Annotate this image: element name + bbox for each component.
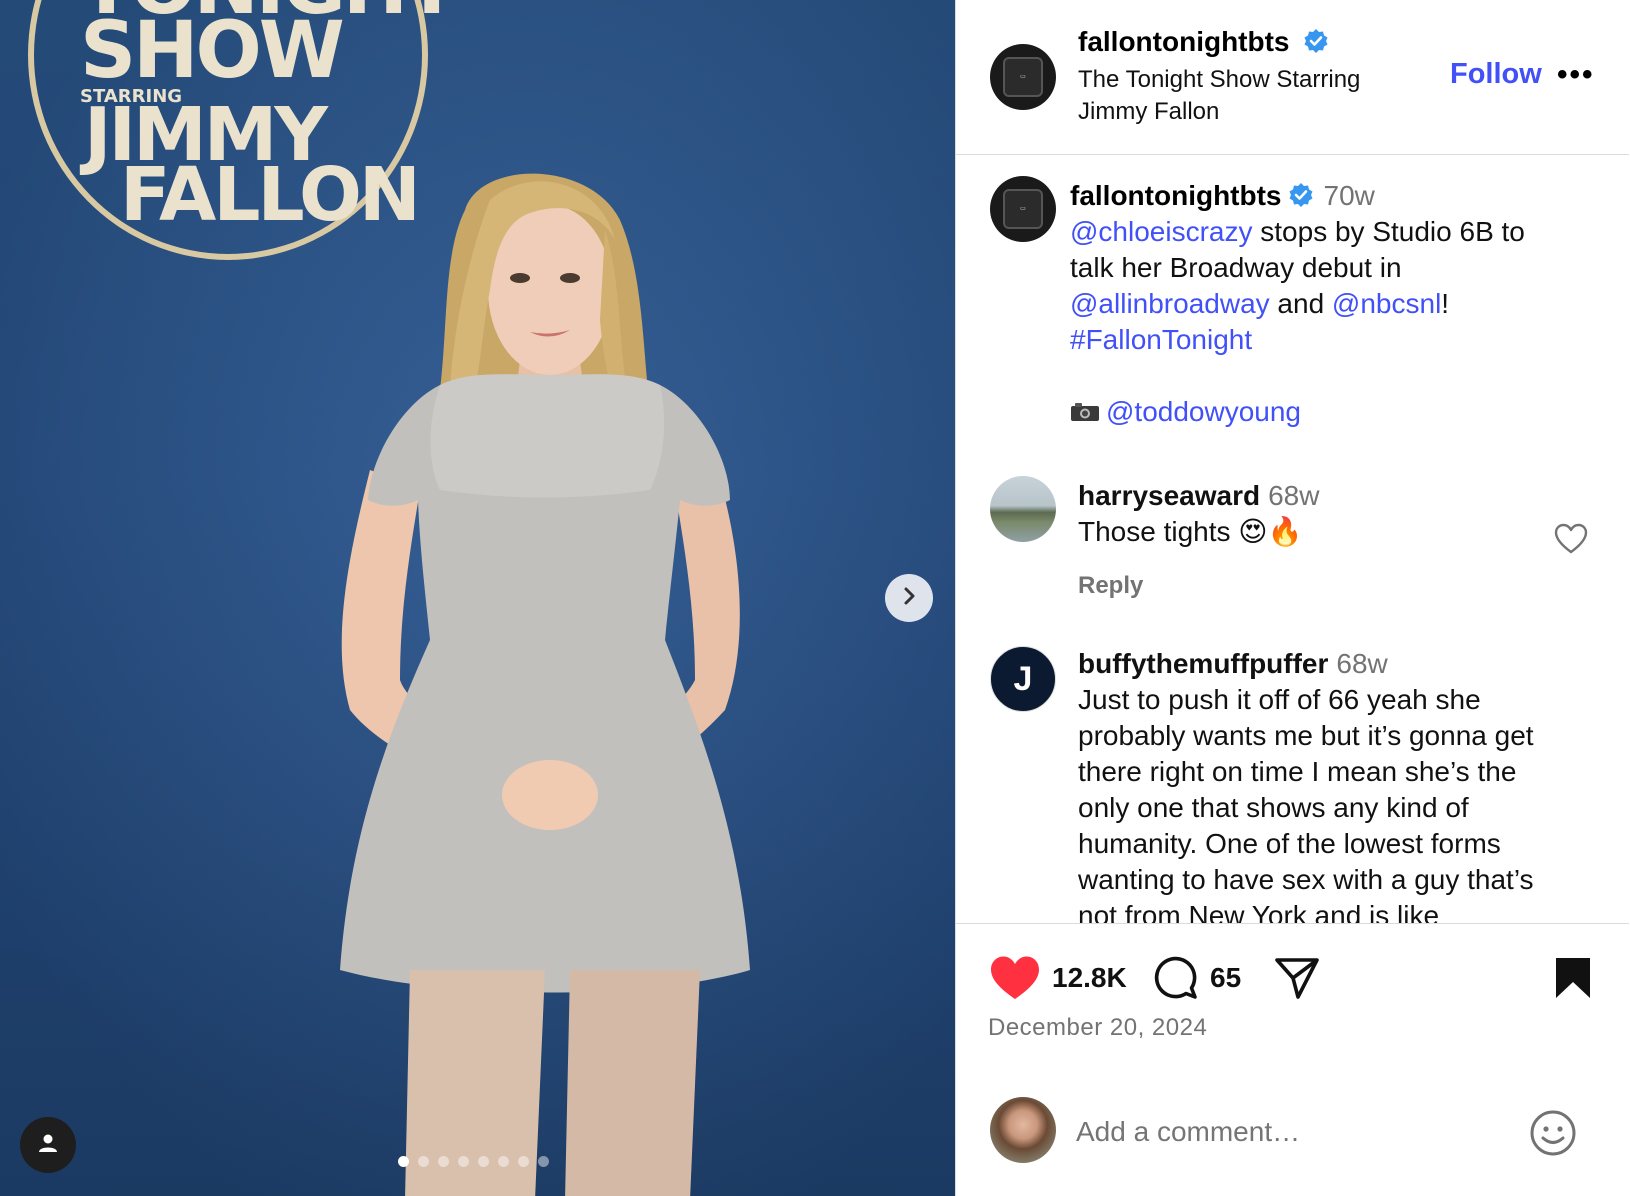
- reply-button[interactable]: Reply: [1078, 572, 1143, 600]
- comment-like-heart-icon[interactable]: [1554, 522, 1588, 556]
- mention-link[interactable]: @chloeiscrazy: [1070, 216, 1252, 247]
- follow-button[interactable]: Follow: [1450, 58, 1542, 91]
- commenter-username[interactable]: harryseaward: [1078, 480, 1260, 511]
- comment-header: harryseaward 68w: [1078, 480, 1319, 512]
- comment-header: buffythemuffpuffer 68w: [1078, 648, 1388, 680]
- carousel-dot: [438, 1156, 449, 1167]
- bookmark-saved-icon[interactable]: [1554, 956, 1592, 1000]
- comments-count[interactable]: 65: [1210, 962, 1241, 994]
- emoji-picker-icon[interactable]: [1529, 1109, 1577, 1157]
- post-photo[interactable]: TONIGHT SHOW STARRINGJIMMY FALLON: [0, 0, 955, 1196]
- author-username[interactable]: fallontonightbts: [1078, 26, 1329, 58]
- caption-text: @chloeiscrazy stops by Studio 6B to talk…: [1070, 214, 1560, 430]
- share-paper-plane-icon[interactable]: [1274, 956, 1320, 1000]
- carousel-dot: [418, 1156, 429, 1167]
- commenter-avatar[interactable]: [990, 476, 1056, 542]
- carousel-dot: [518, 1156, 529, 1167]
- caption-fragment: and: [1269, 288, 1332, 319]
- carousel-dot: [478, 1156, 489, 1167]
- author-avatar[interactable]: ▭: [990, 44, 1056, 110]
- likes-count[interactable]: 12.8K: [1052, 962, 1127, 994]
- carousel-dot: [458, 1156, 469, 1167]
- caption-timestamp[interactable]: 70w: [1324, 180, 1375, 211]
- post-date[interactable]: December 20, 2024: [988, 1014, 1207, 1042]
- post-side-panel: ▭ fallontonightbts The Tonight Show Star…: [955, 0, 1630, 1196]
- comment-bubble-icon[interactable]: [1152, 955, 1198, 1001]
- hashtag-link[interactable]: #FallonTonight: [1070, 324, 1252, 355]
- actions-divider: [956, 923, 1629, 924]
- carousel-indicator: [398, 1156, 549, 1167]
- like-heart-icon[interactable]: [990, 955, 1040, 1001]
- mention-link[interactable]: @allinbroadway: [1070, 288, 1270, 319]
- verified-badge-icon: [1289, 183, 1313, 207]
- commenter-avatar[interactable]: J: [990, 646, 1056, 712]
- comment-timestamp[interactable]: 68w: [1336, 648, 1387, 679]
- mention-link[interactable]: @nbcsnl: [1332, 288, 1441, 319]
- clapperboard-icon: ▭: [1003, 57, 1043, 97]
- current-user-avatar: [990, 1097, 1056, 1163]
- verified-badge-icon: [1304, 29, 1328, 53]
- post-header: ▭ fallontonightbts The Tonight Show Star…: [956, 0, 1629, 155]
- comment-timestamp[interactable]: 68w: [1268, 480, 1319, 511]
- person-figure: [340, 173, 750, 1196]
- caption-fragment: !: [1441, 288, 1450, 319]
- carousel-dot: [498, 1156, 509, 1167]
- comment-text: Just to push it off of 66 yeah she proba…: [1078, 684, 1534, 924]
- carousel-dot: [538, 1156, 549, 1167]
- more-options-button[interactable]: •••: [1557, 58, 1595, 92]
- tagged-people-button[interactable]: [20, 1117, 76, 1173]
- caption-author: fallontonightbts 70w: [1070, 180, 1375, 212]
- person-icon: [36, 1131, 60, 1160]
- add-comment-input[interactable]: [1076, 1116, 1496, 1148]
- commenter-username[interactable]: buffythemuffpuffer: [1078, 648, 1328, 679]
- carousel-next-button[interactable]: [885, 574, 933, 622]
- author-subtitle[interactable]: The Tonight Show Starring Jimmy Fallon: [1078, 64, 1408, 128]
- author-username-text: fallontonightbts: [1078, 26, 1290, 57]
- comment-text: Those tights 😍🔥: [1078, 516, 1303, 547]
- photo-credit-link[interactable]: @toddowyoung: [1106, 396, 1301, 427]
- comments-scroll-area[interactable]: ▭ fallontonightbts 70w @chloeiscrazy sto…: [956, 156, 1629, 924]
- carousel-dot: [398, 1156, 409, 1167]
- clapperboard-icon: ▭: [1003, 189, 1043, 229]
- chevron-right-icon: [898, 585, 920, 612]
- caption-author-avatar[interactable]: ▭: [990, 176, 1056, 242]
- caption-username[interactable]: fallontonightbts: [1070, 180, 1282, 211]
- camera-icon: [1071, 403, 1099, 421]
